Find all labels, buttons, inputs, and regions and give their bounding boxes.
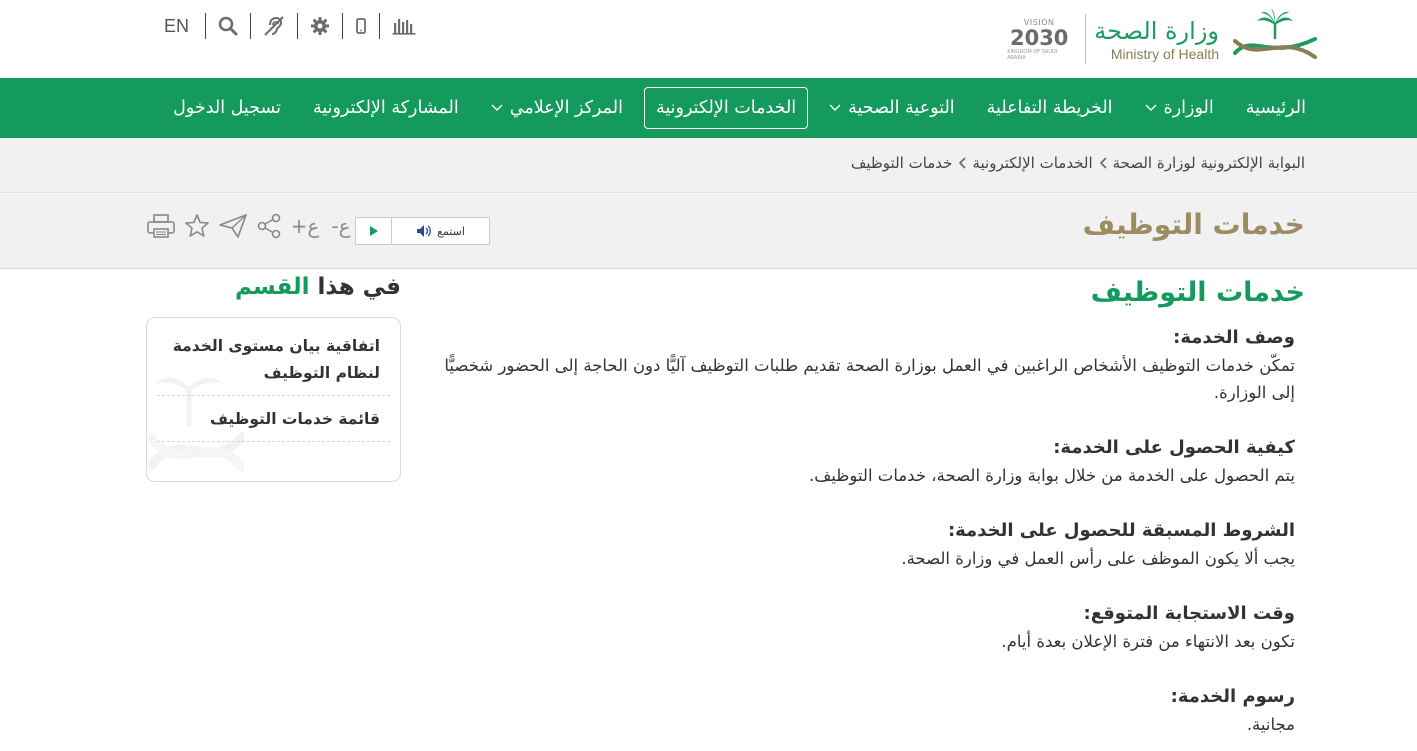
section-heading: كيفية الحصول على الخدمة: <box>1053 437 1295 458</box>
sidebar-section-links: اتفاقية بيان مستوى الخدمة لنظام التوظيف … <box>146 317 401 482</box>
listen-player[interactable]: استمع <box>355 217 490 245</box>
language-toggle-button[interactable]: EN <box>160 13 193 39</box>
section-heading: الشروط المسبقة للحصول على الخدمة: <box>947 520 1295 541</box>
stats-icon[interactable] <box>392 13 416 39</box>
nav-label: الخريطة التفاعلية <box>986 98 1113 118</box>
sidebar-link-sla-agreement[interactable]: اتفاقية بيان مستوى الخدمة لنظام التوظيف <box>157 318 390 396</box>
font-decrease-button[interactable]: -ع <box>326 211 356 241</box>
tool-divider <box>250 13 252 39</box>
nav-item-home[interactable]: الرئيسية <box>1235 87 1317 129</box>
breadcrumb-link-eservices[interactable]: الخدمات الإلكترونية <box>972 154 1092 172</box>
speaker-icon <box>417 225 431 237</box>
nav-item-media-center[interactable]: المركز الإعلامي <box>480 87 634 129</box>
tool-divider <box>342 13 344 39</box>
play-icon[interactable] <box>356 218 392 244</box>
nav-label: التوعية الصحية <box>848 98 955 118</box>
chevron-down-icon <box>1145 104 1157 112</box>
nav-item-login[interactable]: تسجيل الدخول <box>162 87 292 129</box>
section-text: مجانية. <box>1246 715 1295 734</box>
accessibility-hearing-icon[interactable] <box>263 13 285 39</box>
sidebar-title: في هذا القسم <box>146 274 401 300</box>
tool-divider <box>297 13 299 39</box>
top-header: VISION 2030 KINGDOM OF SAUDI ARABIA وزار… <box>0 0 1417 78</box>
page-actions: +ع -ع <box>146 211 356 241</box>
breadcrumb-bar: البوابة الإلكترونية لوزارة الصحة الخدمات… <box>0 138 1417 193</box>
favorite-star-icon[interactable] <box>182 211 212 241</box>
section-text: يتم الحصول على الخدمة من خلال بوابة وزار… <box>808 466 1295 485</box>
mobile-icon[interactable] <box>355 13 367 39</box>
sidebar-title-part2: القسم <box>235 274 310 300</box>
service-description-section: وصف الخدمة: تمكّن خدمات التوظيف الأشخاص … <box>435 324 1305 406</box>
response-time-section: وقت الاستجابة المتوقع: تكون بعد الانتهاء… <box>435 600 1305 655</box>
chevron-left-icon <box>1099 157 1107 169</box>
nav-item-eservices[interactable]: الخدمات الإلكترونية <box>643 87 809 129</box>
tool-divider <box>379 13 381 39</box>
nav-item-interactive-map[interactable]: الخريطة التفاعلية <box>976 87 1124 129</box>
chevron-down-icon <box>491 104 503 112</box>
section-text: تمكّن خدمات التوظيف الأشخاص الراغبين في … <box>444 356 1295 402</box>
nav-label: المركز الإعلامي <box>509 98 623 118</box>
nav-label: الخدمات الإلكترونية <box>655 98 797 118</box>
palm-swords-emblem-icon <box>1233 9 1317 59</box>
nav-item-ministry[interactable]: الوزارة <box>1134 87 1225 129</box>
nav-item-eparticipation[interactable]: المشاركة الإلكترونية <box>302 87 470 129</box>
nav-label: تسجيل الدخول <box>173 98 281 118</box>
breadcrumb-current: خدمات التوظيف <box>850 154 953 172</box>
settings-gear-icon[interactable] <box>310 13 330 39</box>
nav-label: الرئيسية <box>1245 98 1306 118</box>
breadcrumb-link-portal[interactable]: البوابة الإلكترونية لوزارة الصحة <box>1113 154 1305 172</box>
send-email-icon[interactable] <box>218 211 248 241</box>
font-increase-button[interactable]: +ع <box>290 211 320 241</box>
prerequisites-section: الشروط المسبقة للحصول على الخدمة: يجب أل… <box>435 517 1305 572</box>
nav-label: الوزارة <box>1163 98 1214 118</box>
page-title: خدمات التوظيف <box>1082 208 1305 241</box>
section-text: تكون بعد الانتهاء من فترة الإعلان بعدة أ… <box>1001 632 1295 651</box>
vision-subtitle: KINGDOM OF SAUDI ARABIA <box>1007 48 1058 61</box>
sidebar-link-employment-services-list[interactable]: قائمة خدمات التوظيف <box>157 396 390 442</box>
listen-button[interactable]: استمع <box>392 224 489 238</box>
chevron-down-icon <box>829 104 841 112</box>
how-to-get-service-section: كيفية الحصول على الخدمة: يتم الحصول على … <box>435 434 1305 489</box>
search-icon[interactable] <box>218 13 238 39</box>
ministry-logo[interactable]: VISION 2030 KINGDOM OF SAUDI ARABIA وزار… <box>1007 8 1321 70</box>
section-heading: وصف الخدمة: <box>1173 327 1295 348</box>
tool-divider <box>205 13 207 39</box>
print-icon[interactable] <box>146 211 176 241</box>
nav-list: الرئيسية الوزارة الخريطة التفاعلية التوع… <box>152 78 1317 138</box>
service-fees-section: رسوم الخدمة: مجانية. <box>435 683 1305 738</box>
section-heading: رسوم الخدمة: <box>1170 686 1295 707</box>
title-bar: خدمات التوظيف استمع +ع -ع <box>0 194 1417 269</box>
main-navigation: الرئيسية الوزارة الخريطة التفاعلية التوع… <box>0 78 1417 138</box>
vision-2030-logo: VISION 2030 KINGDOM OF SAUDI ARABIA <box>1007 14 1071 64</box>
header-tools: EN <box>160 10 416 42</box>
content-heading: خدمات التوظيف <box>1090 277 1305 308</box>
section-heading: وقت الاستجابة المتوقع: <box>1083 603 1296 624</box>
nav-label: المشاركة الإلكترونية <box>313 98 459 118</box>
ministry-name: وزارة الصحة Ministry of Health <box>1094 16 1219 62</box>
logo-divider <box>1085 14 1087 64</box>
main-content: خدمات التوظيف وصف الخدمة: تمكّن خدمات ال… <box>435 272 1305 751</box>
section-text: يجب ألا يكون الموظف على رأس العمل في وزا… <box>901 549 1295 568</box>
vision-number: 2030 <box>1009 25 1069 50</box>
sidebar-title-part1: في هذا <box>317 274 401 300</box>
breadcrumb: البوابة الإلكترونية لوزارة الصحة الخدمات… <box>851 154 1305 172</box>
nav-item-health-awareness[interactable]: التوعية الصحية <box>818 87 966 129</box>
share-icon[interactable] <box>254 211 284 241</box>
ministry-name-ar: وزارة الصحة <box>1094 17 1219 45</box>
listen-label: استمع <box>437 224 465 238</box>
chevron-left-icon <box>958 157 967 169</box>
ministry-name-en: Ministry of Health <box>1110 46 1219 62</box>
